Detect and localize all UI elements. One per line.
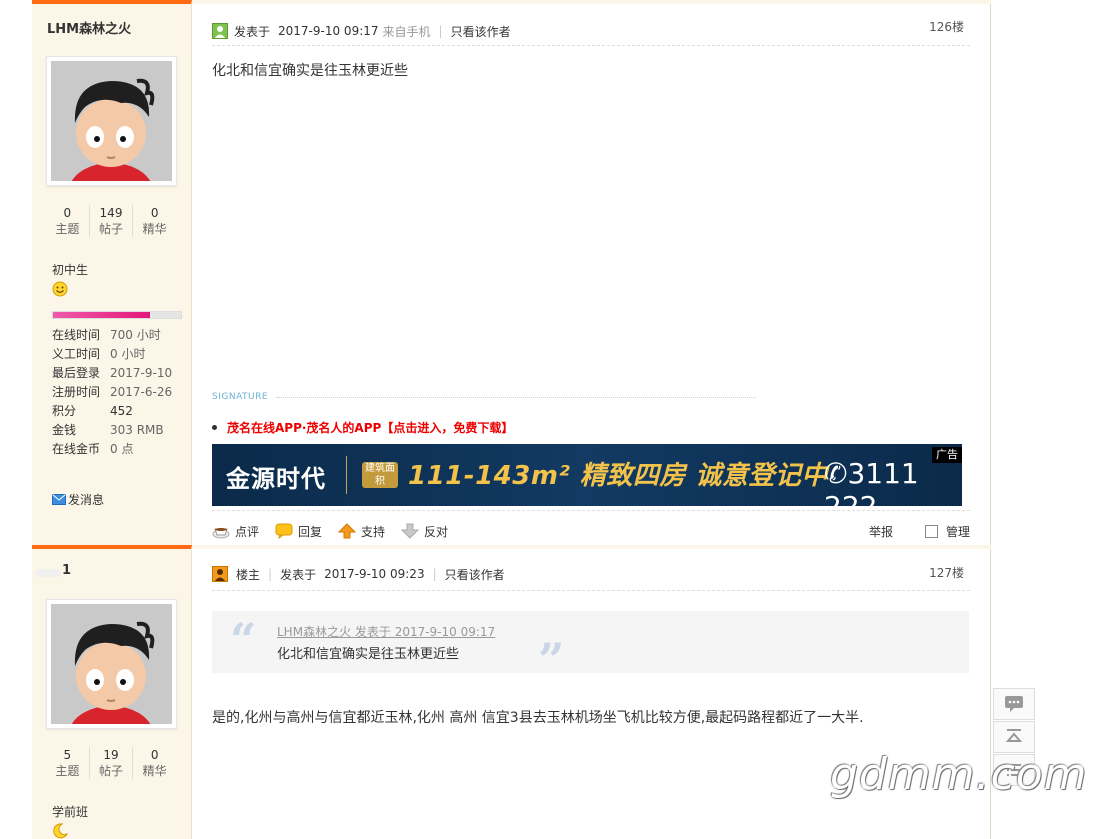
avatar-cartoon-icon [51, 61, 172, 181]
bullet-icon [212, 425, 217, 430]
open-quote-icon: “ [230, 613, 257, 667]
coffee-cup-icon [212, 528, 230, 539]
moon-level-icon [53, 823, 68, 839]
level-progress-fill [53, 312, 151, 318]
avatar[interactable] [46, 599, 177, 729]
post-actions: 点评 回复 支持 反对 举报 管理 [212, 520, 970, 542]
signature-label: SIGNATURE [212, 392, 269, 402]
only-author-link[interactable]: 只看该作者 [445, 566, 505, 583]
info-row: 金钱 303 RMB [52, 423, 164, 437]
author-name[interactable]: 1 [62, 563, 71, 578]
arrow-up-icon [338, 523, 357, 539]
quote-text: 化北和信宜确实是往玉林更近些 [277, 647, 460, 662]
post-header: 楼主 | 发表于 2017-9-10 09:23 | 只看该作者 [212, 563, 971, 585]
stat-digest[interactable]: 0 精华 [132, 747, 176, 779]
report-link[interactable]: 举报 [869, 523, 893, 540]
comment-button[interactable]: 点评 [212, 523, 259, 540]
chat-bubble-icon [1005, 696, 1023, 712]
ad-banner[interactable]: 金源时代 建筑面积 111-143m² 精致四房 诚意登记中 ✆3111 222… [212, 444, 962, 506]
mail-icon [52, 494, 66, 505]
divider [212, 45, 970, 46]
quote-block: “ LHM森林之火 发表于 2017-9-10 09:17 化北和信宜确实是往玉… [212, 611, 969, 687]
stat-posts[interactable]: 19 帖子 [88, 747, 133, 779]
speech-bubble-icon [275, 523, 293, 539]
reply-button[interactable]: 回复 [275, 523, 322, 540]
floor-number[interactable]: 126楼 [929, 18, 964, 35]
oppose-button[interactable]: 反对 [401, 523, 448, 540]
send-message-link[interactable]: 发消息 [52, 491, 104, 508]
signature-link[interactable]: 茂名在线APP·茂名人的APP【点击进入，免费下载】 [212, 419, 513, 436]
user-rank: 初中生 [52, 263, 89, 277]
post-header: 发表于 2017-9-10 09:17 来自手机 | 只看该作者 [212, 20, 971, 42]
smiley-level-icon [52, 281, 68, 297]
author-sidebar: LHM森林之火 0 主题 149 帖子 0 精华 初中生 在线时间 700 小时… [32, 0, 192, 545]
support-button[interactable]: 支持 [338, 523, 385, 540]
ad-area-tag: 建筑面积 [362, 462, 398, 488]
signature-divider [276, 397, 756, 398]
ad-brand: 金源时代 [226, 465, 326, 493]
author-name-blurred [35, 569, 61, 577]
author-stats: 5 主题 19 帖子 0 精华 [46, 747, 176, 779]
only-author-link[interactable]: 只看该作者 [451, 23, 511, 40]
divider [212, 510, 970, 511]
post-content: 是的,化州与高州与信宜都近玉林,化州 高州 信宜3县去玉林机场坐飞机比较方便,最… [212, 710, 864, 726]
author-name[interactable]: LHM森林之火 [47, 18, 131, 37]
avatar[interactable] [46, 56, 177, 186]
quick-reply-button[interactable] [993, 688, 1035, 720]
post-126: LHM森林之火 0 主题 149 帖子 0 精华 初中生 在线时间 700 小时… [32, 0, 991, 545]
info-row: 积分 452 [52, 404, 133, 418]
divider [212, 590, 970, 591]
stat-threads[interactable]: 5 主题 [46, 747, 89, 779]
author-sidebar: 1 5 主题 19 帖子 0 精华 学前班 [32, 545, 192, 839]
ad-tag: 广告 [932, 447, 962, 463]
back-to-top-icon [1005, 729, 1023, 742]
thread: LHM森林之火 0 主题 149 帖子 0 精华 初中生 在线时间 700 小时… [32, 0, 991, 839]
arrow-down-icon [401, 523, 420, 539]
floor-number[interactable]: 127楼 [929, 564, 964, 581]
info-row: 最后登录 2017-9-10 [52, 366, 173, 380]
close-quote-icon: ” [538, 633, 565, 687]
stat-threads[interactable]: 0 主题 [46, 205, 89, 237]
info-row: 在线金币 0 点 [52, 442, 134, 456]
ad-divider [346, 456, 347, 494]
op-user-icon [212, 566, 228, 582]
author-stats: 0 主题 149 帖子 0 精华 [46, 205, 176, 237]
ad-phone: ✆3111 222 [824, 457, 919, 506]
quote-header-link[interactable]: LHM森林之火 发表于 2017-9-10 09:17 [277, 623, 495, 640]
post-main: 发表于 2017-9-10 09:17 来自手机 | 只看该作者 126楼 化北… [192, 0, 991, 545]
avatar-cartoon-icon [51, 604, 172, 724]
site-watermark: gdmm.com [830, 749, 1088, 800]
stat-posts[interactable]: 149 帖子 [88, 205, 133, 237]
online-status-icon [212, 23, 228, 39]
stat-digest[interactable]: 0 精华 [132, 205, 176, 237]
user-rank: 学前班 [52, 805, 89, 819]
op-label: 楼主 [236, 567, 261, 582]
manage-checkbox[interactable] [924, 524, 938, 538]
author-info: 在线时间 700 小时 义工时间 0 小时 最后登录 2017-9-10 注册时间 20… [52, 326, 192, 459]
manage-label: 管理 [945, 524, 970, 539]
info-row: 义工时间 0 小时 [52, 347, 146, 361]
level-progress-bar [52, 311, 182, 319]
ad-headline: 111-143m² 精致四房 诚意登记中 [408, 461, 828, 491]
post-content: 化北和信宜确实是往玉林更近些 [212, 63, 408, 79]
info-row: 注册时间 2017-6-26 [52, 385, 173, 399]
info-row: 在线时间 700 小时 [52, 328, 161, 342]
